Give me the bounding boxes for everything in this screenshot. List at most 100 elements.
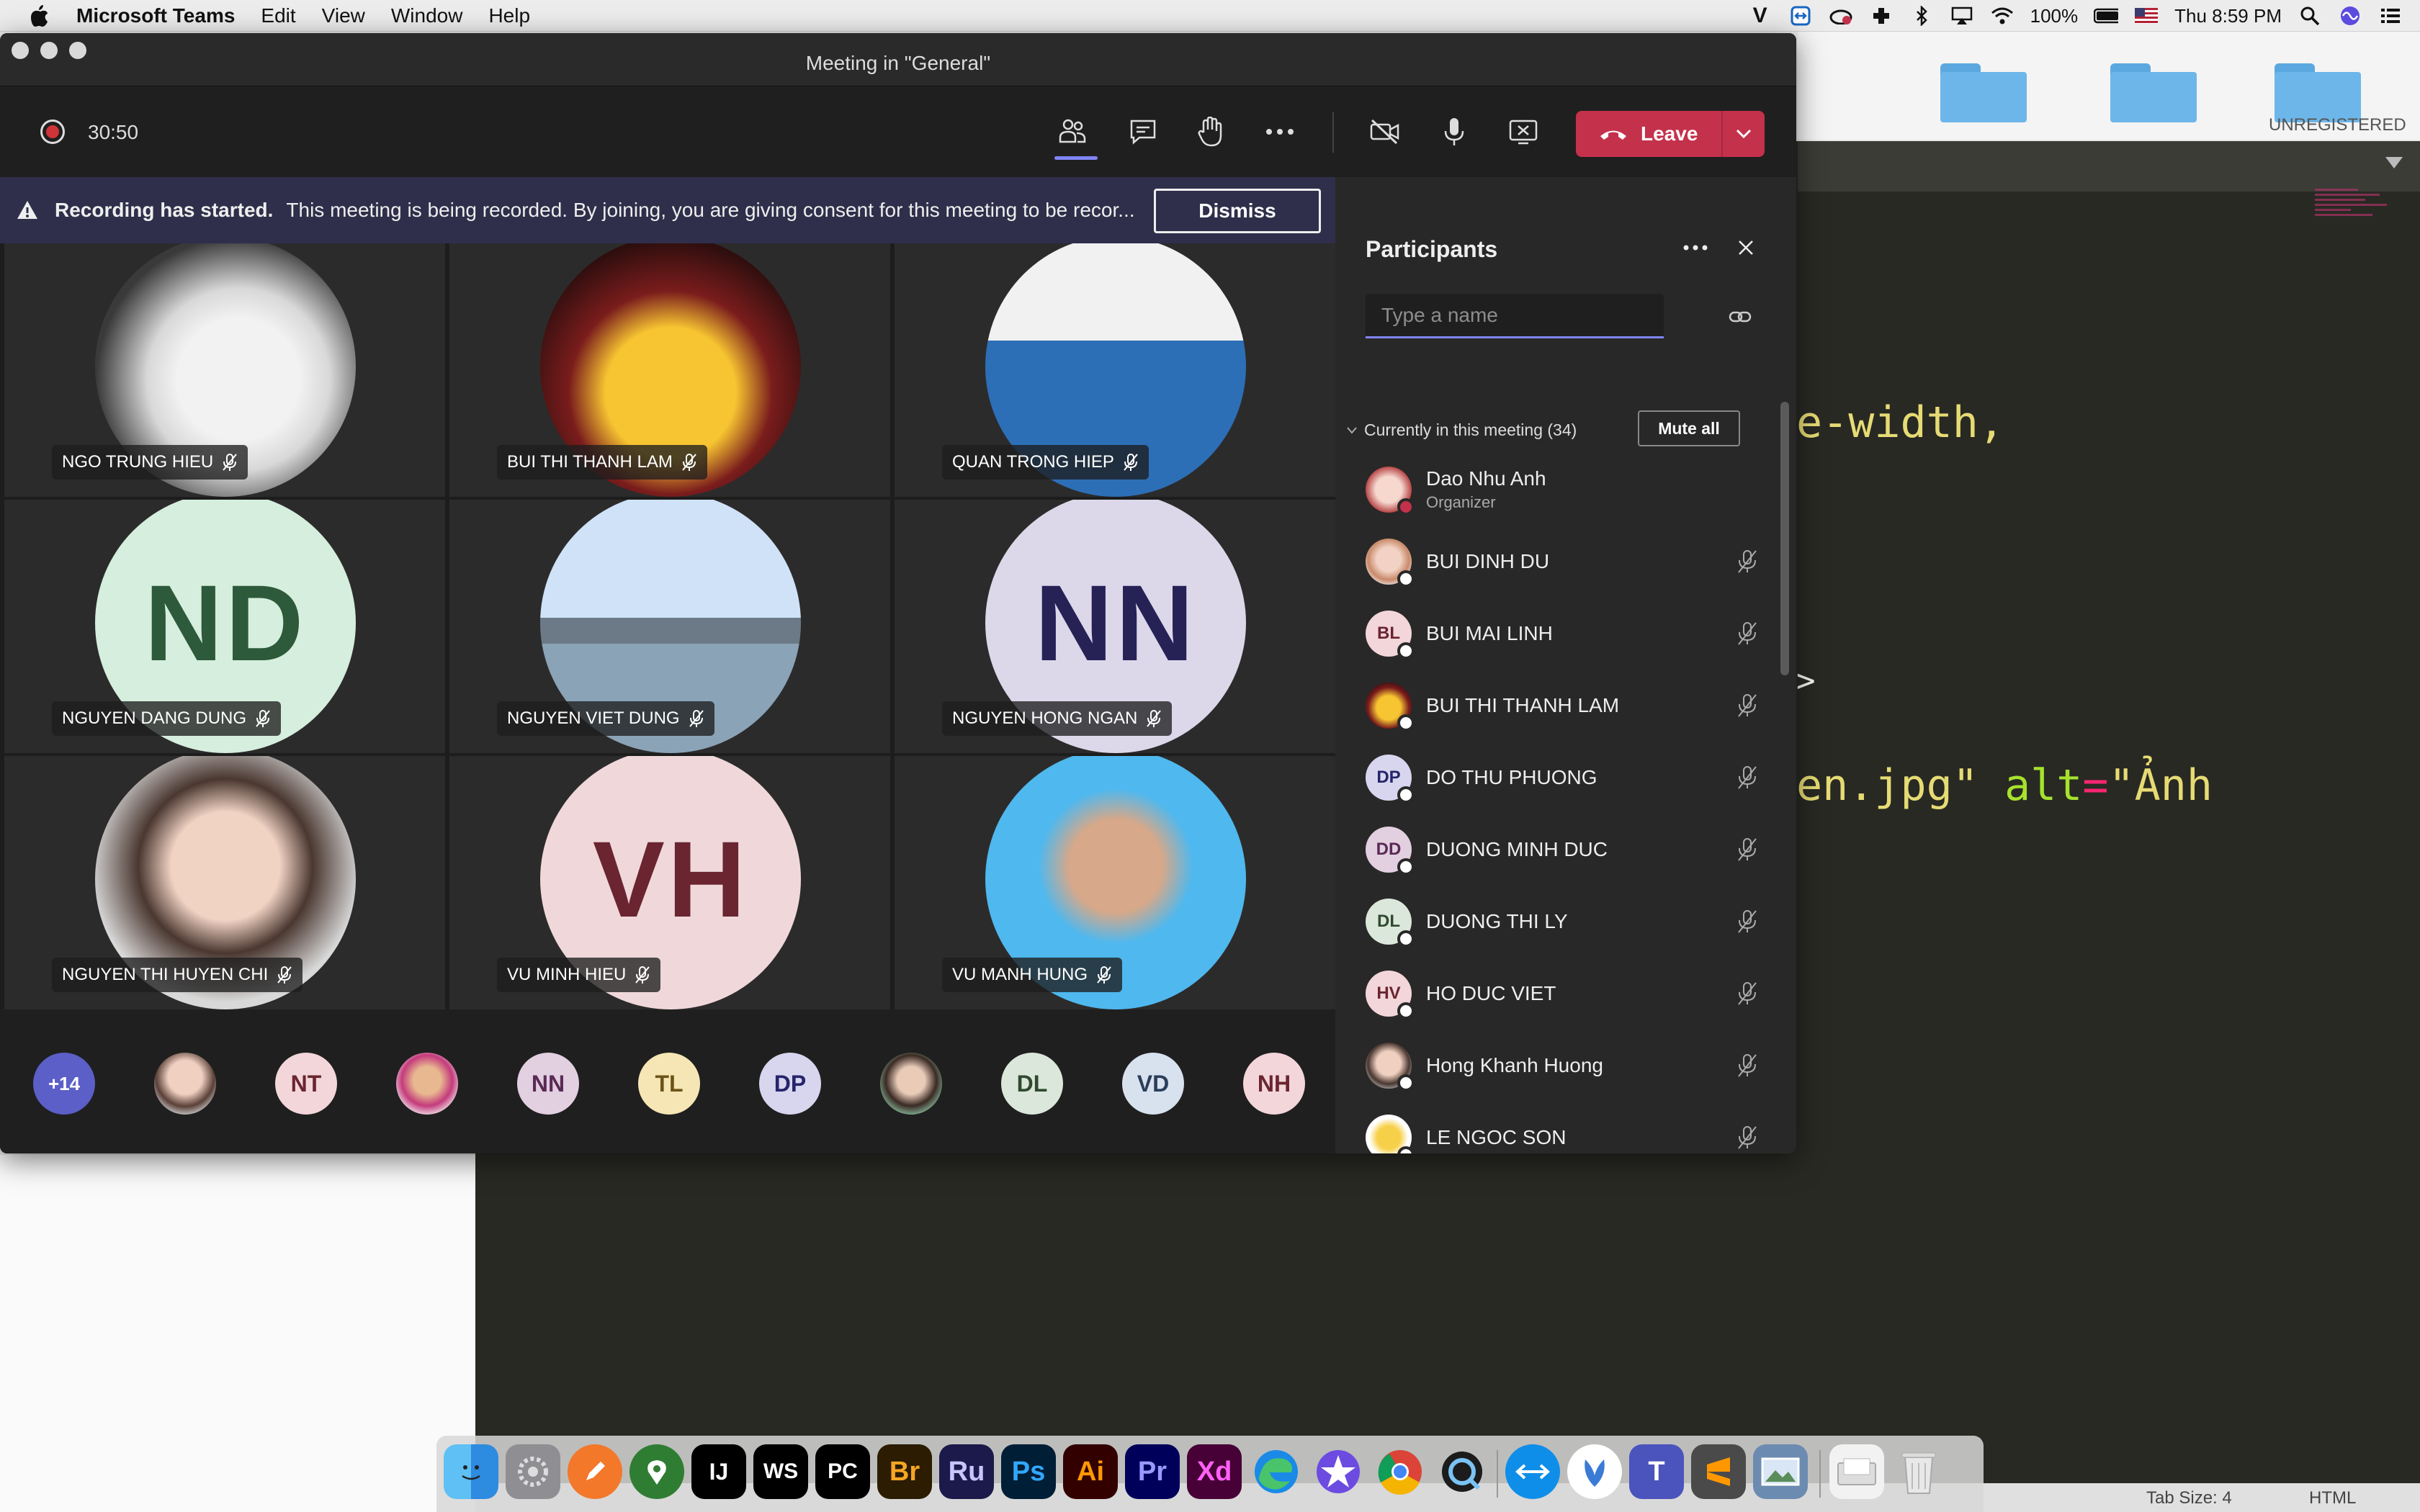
tab-dropdown-icon[interactable] xyxy=(2385,157,2403,168)
trash-icon[interactable] xyxy=(1891,1444,1946,1499)
more-actions-icon[interactable] xyxy=(1262,114,1298,150)
mic-muted-icon[interactable] xyxy=(1733,979,1762,1008)
downloads-stack-icon[interactable] xyxy=(1829,1444,1884,1499)
participant-tile[interactable]: ND NGUYEN DANG DUNG xyxy=(4,500,445,753)
participant-row[interactable]: DP DO THU PHUONG xyxy=(1366,742,1769,814)
syntax-indicator[interactable]: HTML xyxy=(2309,1488,2356,1508)
menu-help[interactable]: Help xyxy=(488,4,530,27)
siri-icon[interactable] xyxy=(2338,4,2362,28)
strip-avatar[interactable]: TL xyxy=(638,1053,700,1115)
strip-avatar[interactable]: VD xyxy=(1122,1053,1184,1115)
xd-icon[interactable]: Xd xyxy=(1187,1444,1242,1499)
spotlight-search-icon[interactable] xyxy=(2298,4,2322,28)
notification-center-icon[interactable] xyxy=(2378,4,2403,28)
participant-row[interactable]: HV HO DUC VIET xyxy=(1366,958,1769,1030)
more-participants-button[interactable]: +14 xyxy=(33,1053,95,1115)
photoshop-icon[interactable]: Ps xyxy=(1001,1444,1056,1499)
participant-tile[interactable]: VH VU MINH HIEU xyxy=(449,756,890,1009)
maps-pin-icon[interactable] xyxy=(629,1444,684,1499)
chrome-icon[interactable] xyxy=(1373,1444,1428,1499)
us-flag-icon[interactable] xyxy=(2134,4,2159,28)
teamviewer-status-icon[interactable] xyxy=(1788,4,1813,28)
show-chat-button[interactable] xyxy=(1125,114,1161,150)
mic-muted-icon[interactable] xyxy=(1733,1123,1762,1152)
system-preferences-icon[interactable] xyxy=(506,1444,560,1499)
editor-minimap[interactable] xyxy=(2315,189,2401,239)
strip-avatar-photo[interactable] xyxy=(880,1053,942,1115)
webstorm-icon[interactable]: WS xyxy=(753,1444,808,1499)
participants-scrollbar[interactable] xyxy=(1780,402,1789,675)
teams-icon[interactable]: T xyxy=(1629,1444,1684,1499)
strip-avatar-photo[interactable] xyxy=(154,1053,216,1115)
participant-row[interactable]: DL DUONG THI LY xyxy=(1366,886,1769,958)
participant-tile[interactable]: VU MANH HUNG xyxy=(895,756,1335,1009)
search-field[interactable] xyxy=(1366,294,1664,338)
participant-row[interactable]: BUI THI THANH LAM xyxy=(1366,670,1769,742)
bluetooth-icon[interactable] xyxy=(1909,4,1934,28)
participant-row[interactable]: LE NGOC SON xyxy=(1366,1102,1769,1153)
participant-row-organizer[interactable]: Dao Nhu Anh Organizer xyxy=(1366,454,1769,526)
participant-tile[interactable]: NN NGUYEN HONG NGAN xyxy=(895,500,1335,753)
wifi-icon[interactable] xyxy=(1990,4,2015,28)
dismiss-button[interactable]: Dismiss xyxy=(1154,189,1321,233)
menu-window[interactable]: Window xyxy=(391,4,463,27)
mic-muted-icon[interactable] xyxy=(1733,835,1762,864)
strip-avatar[interactable]: DL xyxy=(1001,1053,1063,1115)
bridge-icon[interactable]: Br xyxy=(877,1444,932,1499)
pencil-app-icon[interactable] xyxy=(568,1444,622,1499)
mute-all-button[interactable]: Mute all xyxy=(1638,410,1740,446)
battery-icon[interactable] xyxy=(2094,4,2119,28)
strip-avatar[interactable]: DP xyxy=(759,1053,821,1115)
participant-row[interactable]: DD DUONG MINH DUC xyxy=(1366,814,1769,886)
clock[interactable]: Thu 8:59 PM xyxy=(2174,5,2282,27)
sublime-text-icon[interactable] xyxy=(1691,1444,1746,1499)
cross-app-icon[interactable] xyxy=(1869,4,1894,28)
search-input[interactable] xyxy=(1381,303,1648,327)
share-link-icon[interactable] xyxy=(1726,302,1754,331)
leave-options-chevron-icon[interactable] xyxy=(1723,111,1765,157)
close-icon[interactable] xyxy=(1730,232,1762,264)
participant-tile[interactable]: QUAN TRONG HIEP xyxy=(895,243,1335,497)
preview-icon[interactable] xyxy=(1753,1444,1808,1499)
participant-tile[interactable]: NGO TRUNG HIEU xyxy=(4,243,445,497)
microphone-button[interactable] xyxy=(1436,114,1472,150)
participant-tile[interactable]: BUI THI THANH LAM xyxy=(449,243,890,497)
mic-muted-icon[interactable] xyxy=(1733,763,1762,792)
tab-size-indicator[interactable]: Tab Size: 4 xyxy=(2146,1488,2232,1508)
quicktime-icon[interactable] xyxy=(1435,1444,1489,1499)
rush-icon[interactable]: Ru xyxy=(939,1444,994,1499)
folder-icon[interactable] xyxy=(1940,63,2027,125)
menu-edit[interactable]: Edit xyxy=(261,4,295,27)
intellij-icon[interactable]: IJ xyxy=(691,1444,746,1499)
show-participants-button[interactable] xyxy=(1054,114,1098,160)
strip-avatar-photo[interactable] xyxy=(396,1053,458,1115)
bird-app-icon[interactable] xyxy=(1567,1444,1622,1499)
apple-menu-icon[interactable] xyxy=(26,3,52,29)
leave-button[interactable]: Leave xyxy=(1576,111,1765,157)
mic-muted-icon[interactable] xyxy=(1733,691,1762,720)
stop-sharing-button[interactable] xyxy=(1505,114,1541,150)
teamviewer-icon[interactable] xyxy=(1505,1444,1560,1499)
finder-icon[interactable] xyxy=(444,1444,498,1499)
participant-row[interactable]: Hong Khanh Huong xyxy=(1366,1030,1769,1102)
mic-muted-icon[interactable] xyxy=(1733,907,1762,936)
participant-tile[interactable]: NGUYEN VIET DUNG xyxy=(449,500,890,753)
strip-avatar[interactable]: NH xyxy=(1243,1053,1305,1115)
participant-tile[interactable]: NGUYEN THI HUYEN CHI xyxy=(4,756,445,1009)
strip-avatar[interactable]: NT xyxy=(275,1053,337,1115)
vpn-icon[interactable]: V xyxy=(1748,4,1773,28)
airplay-icon[interactable] xyxy=(1950,4,1974,28)
section-header[interactable]: Currently in this meeting (34) xyxy=(1347,420,1577,440)
mic-muted-icon[interactable] xyxy=(1733,1051,1762,1080)
imovie-icon[interactable] xyxy=(1311,1444,1366,1499)
menu-app-name[interactable]: Microsoft Teams xyxy=(76,4,235,27)
strip-avatar[interactable]: NN xyxy=(517,1053,579,1115)
raise-hand-button[interactable] xyxy=(1193,114,1229,150)
participant-row[interactable]: BUI DINH DU xyxy=(1366,526,1769,598)
illustrator-icon[interactable]: Ai xyxy=(1063,1444,1118,1499)
mic-muted-icon[interactable] xyxy=(1733,619,1762,648)
folder-icon[interactable] xyxy=(2110,63,2197,125)
premiere-icon[interactable]: Pr xyxy=(1125,1444,1180,1499)
creative-cloud-icon[interactable] xyxy=(1829,4,1853,28)
pycharm-icon[interactable]: PC xyxy=(815,1444,870,1499)
